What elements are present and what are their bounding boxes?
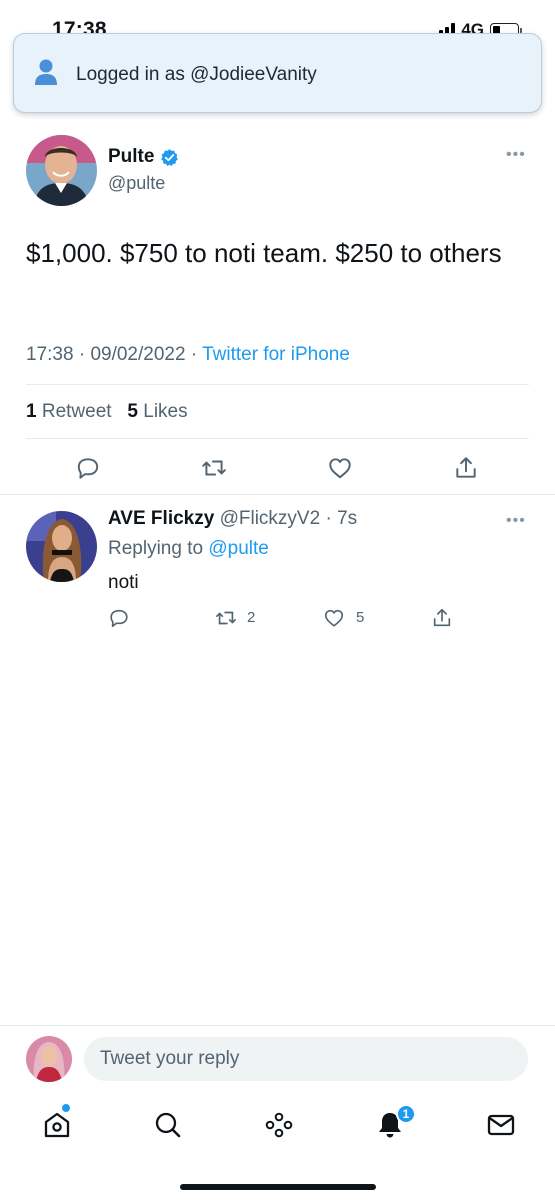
meta-separator: · [78,344,91,365]
notifications-badge: 1 [396,1104,416,1124]
header-separator: · [320,508,338,529]
reply-author-name[interactable]: AVE Flickzy [108,508,214,529]
home-unread-dot [62,1104,70,1112]
tweet-text: $1,000. $750 to noti team. $250 to other… [26,238,502,268]
likes-stat[interactable]: 5 Likes [127,401,187,422]
my-avatar-image [26,1036,72,1082]
author-avatar-image [26,135,97,206]
like-label: Likes [143,401,188,422]
tweet-date: 09/02/2022 [90,344,186,365]
reply-input[interactable] [84,1037,528,1081]
login-banner: Logged in as @JodieeVanity [13,33,542,113]
search-icon[interactable] [153,1110,183,1140]
reply-reply-icon[interactable] [108,607,130,629]
messages-icon[interactable] [486,1110,516,1140]
home-icon[interactable] [42,1110,72,1140]
author-name-text: Pulte [108,146,155,167]
replying-mention-link[interactable]: @pulte [208,538,269,559]
meta-separator: · [190,344,203,365]
reply-icon[interactable] [75,455,101,481]
reply-like-count: 5 [356,609,365,626]
author-avatar[interactable] [26,135,97,206]
tweet-meta: 17:38 · 09/02/2022 · Twitter for iPhone [26,344,350,366]
like-icon[interactable] [327,455,353,481]
like-count: 5 [127,401,138,422]
spaces-icon[interactable] [264,1110,294,1140]
author-name[interactable]: Pulte [108,146,179,168]
tweet-source-link[interactable]: Twitter for iPhone [202,344,350,365]
reply-share-icon[interactable] [431,607,453,629]
reply-like-icon[interactable] [323,607,345,629]
more-options-icon[interactable]: ••• [506,146,526,164]
replying-prefix: Replying to [108,538,204,559]
login-text: Logged in as @JodieeVanity [76,64,317,85]
reply-avatar-image [26,511,97,582]
person-icon [35,59,57,85]
verified-badge-icon [161,148,179,166]
reply-more-options-icon[interactable]: ••• [506,512,526,530]
reply-text: noti [108,572,139,593]
reply-author-handle[interactable]: @FlickzyV2 [220,508,321,529]
author-handle[interactable]: @pulte [108,173,165,194]
reply-retweet-count: 2 [247,609,256,626]
retweets-stat[interactable]: 1 Retweet [26,401,112,422]
share-icon[interactable] [453,455,479,481]
divider [0,494,555,495]
retweet-icon[interactable] [201,455,227,481]
reply-time: 7s [337,508,358,529]
reply-retweet-icon[interactable] [215,607,237,629]
reply-header: AVE Flickzy @FlickzyV2 · 7s [108,508,357,530]
reply-author-avatar[interactable] [26,511,97,582]
retweet-count: 1 [26,401,37,422]
replying-to: Replying to @pulte [108,538,269,560]
divider [26,384,529,385]
tweet-stats: 1 Retweet 5 Likes [26,401,188,423]
compose-divider [0,1025,555,1026]
retweet-label: Retweet [41,401,112,422]
my-avatar [26,1036,72,1082]
home-indicator [180,1184,376,1190]
divider [26,438,529,439]
tweet-time: 17:38 [26,344,74,365]
